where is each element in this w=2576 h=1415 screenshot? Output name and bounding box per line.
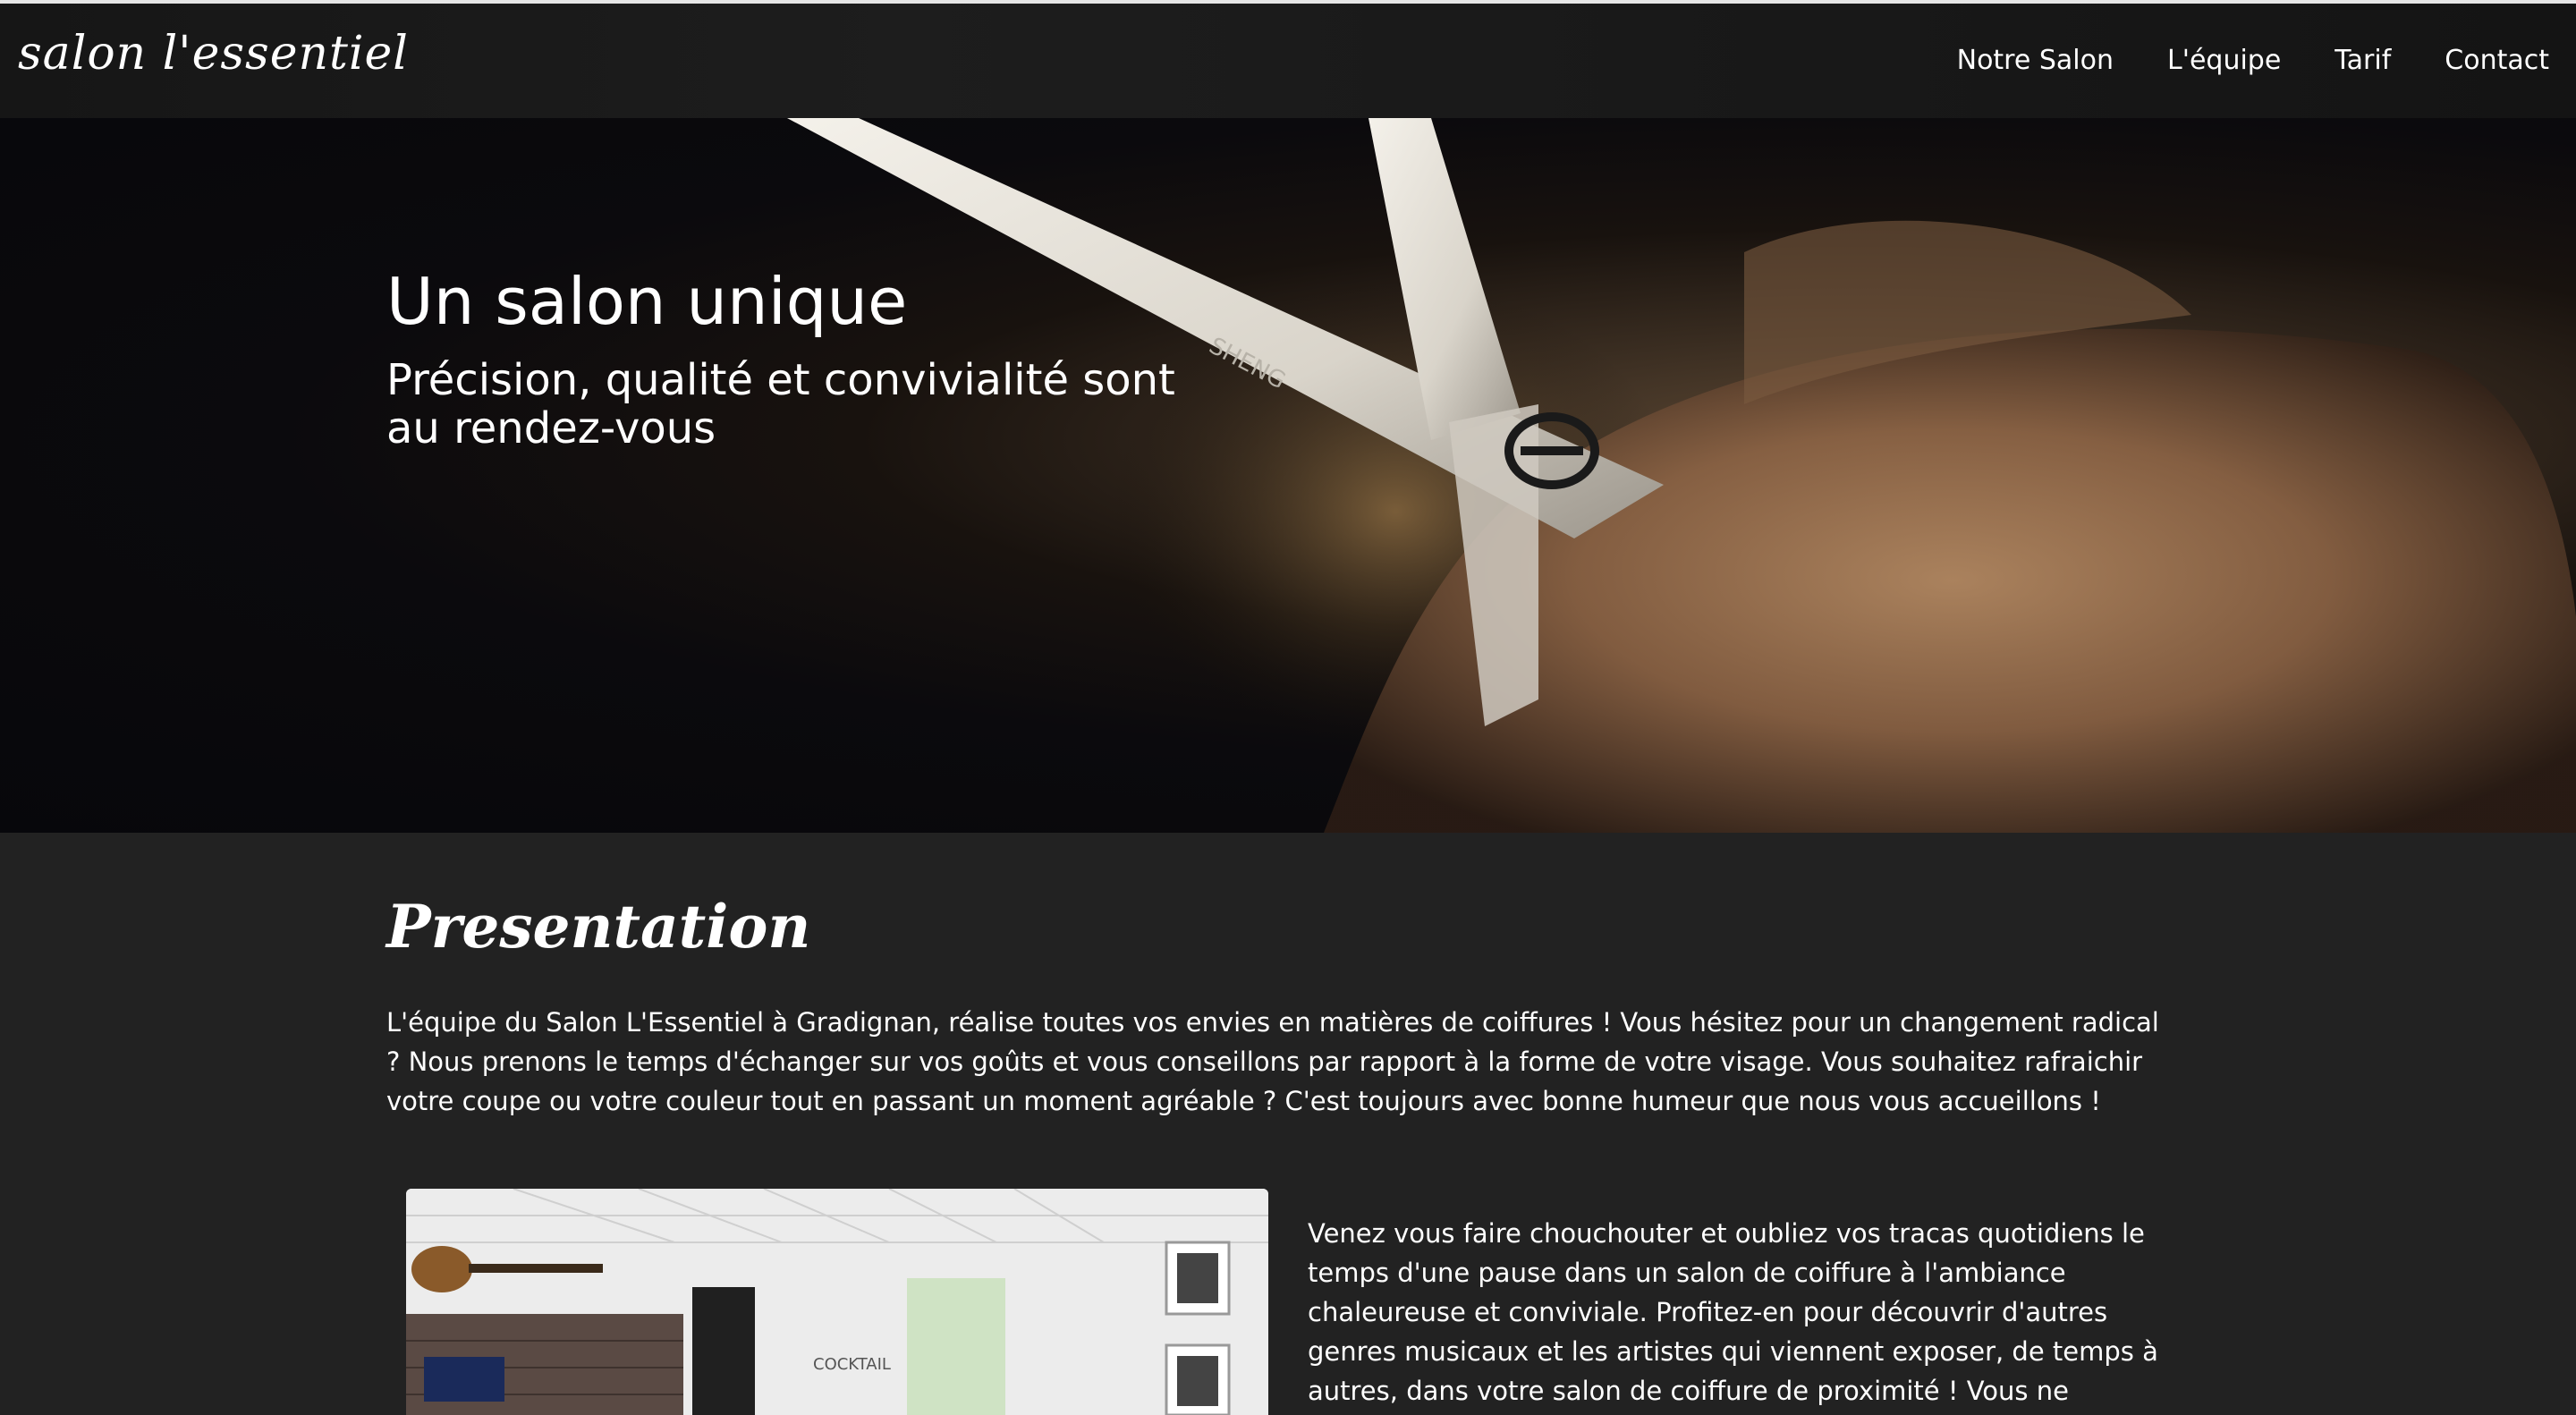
navbar: salon l'essentiel Notre Salon L'équipe T… [0,4,2576,118]
main-nav: Notre Salon L'équipe Tarif Contact [1957,43,2549,79]
salon-photo: COCKTAIL [406,1189,1268,1415]
site-logo[interactable]: salon l'essentiel [18,27,409,80]
hero-subtitle: Précision, qualité et convivialité sont … [386,355,1175,453]
nav-tarif[interactable]: Tarif [2334,43,2391,79]
hero-scissors-image: SHENG [787,118,2576,833]
nav-notre-salon[interactable]: Notre Salon [1957,43,2114,79]
intro-paragraph: L'équipe du Salon L'Essentiel à Gradigna… [386,1007,2159,1116]
presentation-section: Presentation L'équipe du Salon L'Essenti… [0,833,2576,1415]
nav-equipe[interactable]: L'équipe [2167,43,2281,79]
side-paragraph: Venez vous faire chouchouter et oubliez … [1308,1218,2158,1406]
photo-sign: COCKTAIL [813,1355,891,1374]
nav-contact[interactable]: Contact [2445,43,2549,79]
hero-title: Un salon unique [386,264,908,339]
salon-interior-image: COCKTAIL [406,1189,1268,1415]
section-title: Presentation [386,892,811,962]
hero-banner: SHENG Un salon unique Précision, qualité… [0,118,2576,833]
